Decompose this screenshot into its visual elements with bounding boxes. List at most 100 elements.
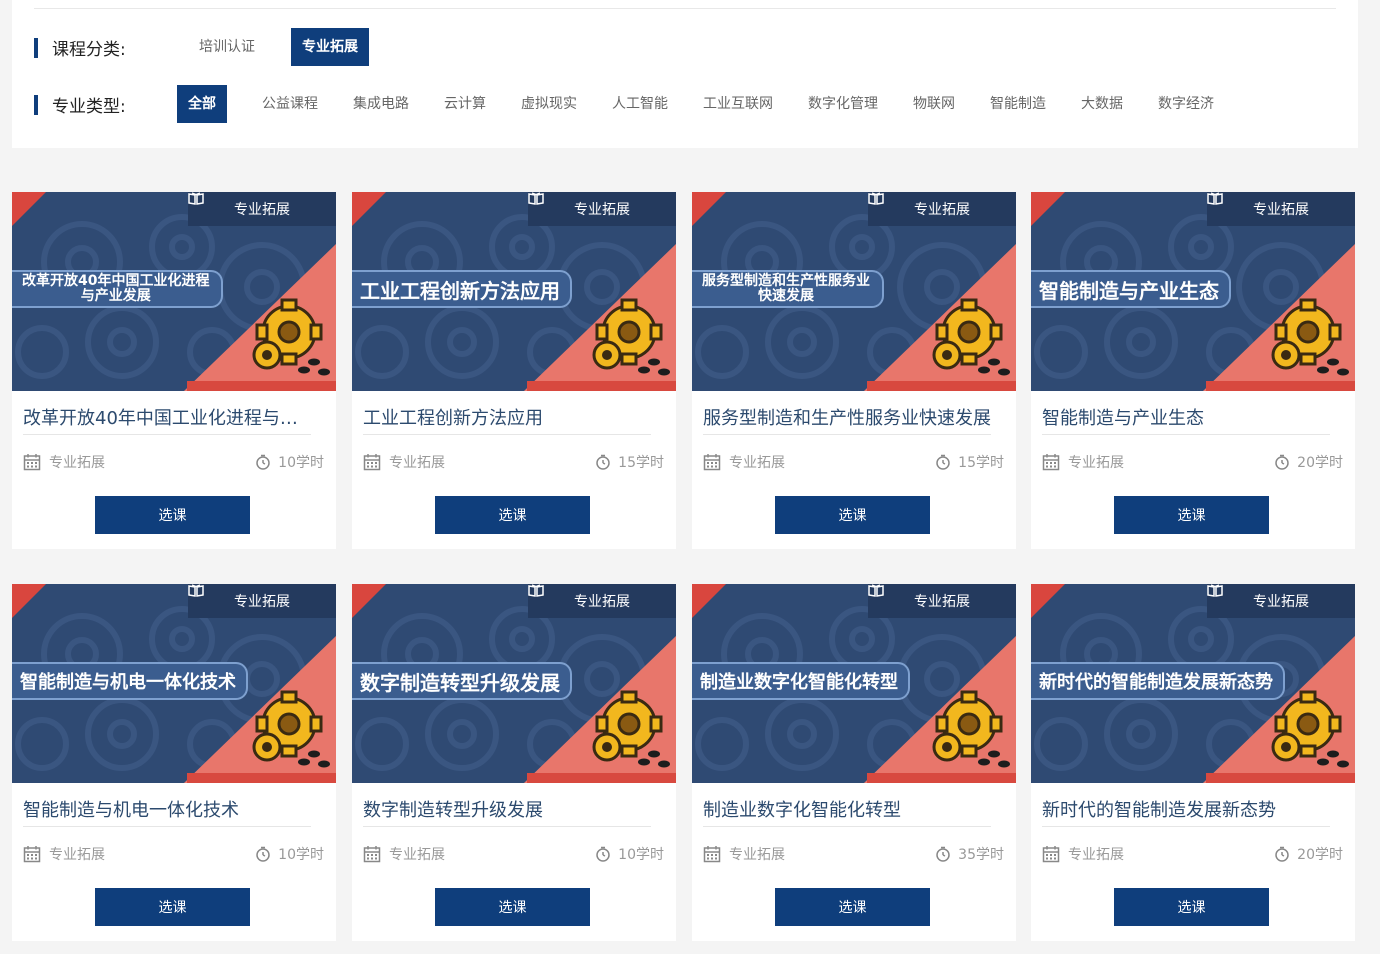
course-thumbnail[interactable]: 专业拓展 数字制造转型升级发展 xyxy=(352,584,676,783)
enroll-button[interactable]: 选课 xyxy=(775,888,930,926)
course-hours-text: 35学时 xyxy=(958,847,1004,863)
timer-icon xyxy=(936,846,950,862)
enroll-button[interactable]: 选课 xyxy=(95,888,250,926)
course-title[interactable]: 智能制造与产业生态 xyxy=(1042,404,1332,430)
thumbnail-tag-text: 专业拓展 xyxy=(234,594,290,610)
course-title[interactable]: 改革开放40年中国工业化进程与产... xyxy=(23,404,313,430)
course-category-text: 专业拓展 xyxy=(49,847,105,863)
type-option-ai[interactable]: 人工智能 xyxy=(612,85,668,123)
calendar-icon xyxy=(703,454,721,471)
course-card[interactable]: 专业拓展 改革开放40年中国工业化进程 与产业发展 改革开放40年中国工业化进程与… xyxy=(12,192,336,549)
course-thumbnail[interactable]: 专业拓展 工业工程创新方法应用 xyxy=(352,192,676,391)
enroll-button[interactable]: 选课 xyxy=(1114,888,1269,926)
enroll-button[interactable]: 选课 xyxy=(435,888,590,926)
course-hours: 20学时 xyxy=(1274,844,1343,864)
type-option-iot[interactable]: 物联网 xyxy=(913,85,955,123)
book-icon xyxy=(1207,192,1223,205)
type-options: 全部 公益课程 集成电路 云计算 虚拟现实 人工智能 工业互联网 数字化管理 物… xyxy=(174,85,1214,123)
course-title[interactable]: 数字制造转型升级发展 xyxy=(363,796,653,822)
type-option-big-data[interactable]: 大数据 xyxy=(1081,85,1123,123)
course-title[interactable]: 智能制造与机电一体化技术 xyxy=(23,796,313,822)
category-label-text: 课程分类: xyxy=(52,39,126,60)
thumbnail-tag: 专业拓展 xyxy=(868,584,1016,618)
timer-icon xyxy=(596,846,610,862)
banner-line: 服务型制造和生产性服务业 xyxy=(702,273,870,289)
type-option-digital-economy[interactable]: 数字经济 xyxy=(1158,85,1214,123)
calendar-icon xyxy=(363,454,381,471)
enroll-button[interactable]: 选课 xyxy=(1114,496,1269,534)
thumbnail-tag: 专业拓展 xyxy=(868,192,1016,226)
course-category-text: 专业拓展 xyxy=(729,455,785,471)
timer-icon xyxy=(1275,454,1289,470)
course-thumbnail[interactable]: 专业拓展 智能制造与产业生态 xyxy=(1031,192,1355,391)
course-thumbnail[interactable]: 专业拓展 服务型制造和生产性服务业 快速发展 xyxy=(692,192,1016,391)
course-card[interactable]: 专业拓展 制造业数字化智能化转型 制造业数字化智能化转型 专业拓展 35学时 选… xyxy=(692,584,1016,941)
type-option-cloud-computing[interactable]: 云计算 xyxy=(444,85,486,123)
course-thumbnail[interactable]: 专业拓展 新时代的智能制造发展新态势 xyxy=(1031,584,1355,783)
course-hours: 15学时 xyxy=(595,452,664,472)
type-option-digital-management[interactable]: 数字化管理 xyxy=(808,85,878,123)
timer-icon xyxy=(936,454,950,470)
divider xyxy=(1042,826,1330,827)
course-thumbnail[interactable]: 专业拓展 改革开放40年中国工业化进程 与产业发展 xyxy=(12,192,336,391)
divider xyxy=(703,826,991,827)
type-option-smart-manufacturing[interactable]: 智能制造 xyxy=(990,85,1046,123)
course-title[interactable]: 服务型制造和生产性服务业快速发展 xyxy=(703,404,993,430)
thumbnail-tag: 专业拓展 xyxy=(528,584,676,618)
type-filter-row: 专业类型: 全部 公益课程 集成电路 云计算 虚拟现实 人工智能 工业互联网 数… xyxy=(34,85,1214,123)
type-option-all[interactable]: 全部 xyxy=(177,85,227,123)
course-hours-text: 15学时 xyxy=(958,455,1004,471)
thumbnail-tag: 专业拓展 xyxy=(188,584,336,618)
course-card[interactable]: 专业拓展 数字制造转型升级发展 数字制造转型升级发展 专业拓展 10学时 选课 xyxy=(352,584,676,941)
thumbnail-banner: 新时代的智能制造发展新态势 xyxy=(1031,662,1285,700)
type-option-industrial-internet[interactable]: 工业互联网 xyxy=(703,85,773,123)
course-title[interactable]: 工业工程创新方法应用 xyxy=(363,404,653,430)
enroll-button[interactable]: 选课 xyxy=(95,496,250,534)
category-option-training-cert[interactable]: 培训认证 xyxy=(199,28,255,66)
course-category-text: 专业拓展 xyxy=(389,455,445,471)
course-title[interactable]: 新时代的智能制造发展新态势 xyxy=(1042,796,1332,822)
book-icon xyxy=(1207,584,1223,597)
book-icon xyxy=(868,584,884,597)
course-card[interactable]: 专业拓展 智能制造与机电一体化技术 智能制造与机电一体化技术 专业拓展 10学时… xyxy=(12,584,336,941)
course-card[interactable]: 专业拓展 新时代的智能制造发展新态势 新时代的智能制造发展新态势 专业拓展 20… xyxy=(1031,584,1355,941)
course-hours-text: 10学时 xyxy=(618,847,664,863)
thumbnail-tag: 专业拓展 xyxy=(1207,584,1355,618)
calendar-icon xyxy=(363,846,381,863)
course-title[interactable]: 制造业数字化智能化转型 xyxy=(703,796,993,822)
course-card[interactable]: 专业拓展 智能制造与产业生态 智能制造与产业生态 专业拓展 20学时 选课 xyxy=(1031,192,1355,549)
course-thumbnail[interactable]: 专业拓展 智能制造与机电一体化技术 xyxy=(12,584,336,783)
type-option-virtual-reality[interactable]: 虚拟现实 xyxy=(521,85,577,123)
divider xyxy=(1042,434,1330,435)
divider xyxy=(34,8,1336,9)
thumbnail-tag: 专业拓展 xyxy=(1207,192,1355,226)
category-option-professional-expansion[interactable]: 专业拓展 xyxy=(291,28,369,66)
course-card[interactable]: 专业拓展 工业工程创新方法应用 工业工程创新方法应用 专业拓展 15学时 选课 xyxy=(352,192,676,549)
divider xyxy=(703,434,991,435)
thumbnail-tag-text: 专业拓展 xyxy=(234,202,290,218)
course-category: 专业拓展 xyxy=(23,452,105,472)
enroll-button[interactable]: 选课 xyxy=(435,496,590,534)
thumbnail-banner: 制造业数字化智能化转型 xyxy=(692,662,910,700)
category-options: 培训认证 专业拓展 xyxy=(174,28,369,66)
course-category: 专业拓展 xyxy=(363,844,445,864)
course-category-text: 专业拓展 xyxy=(1068,847,1124,863)
thumbnail-tag: 专业拓展 xyxy=(188,192,336,226)
course-card[interactable]: 专业拓展 服务型制造和生产性服务业 快速发展 服务型制造和生产性服务业快速发展 专… xyxy=(692,192,1016,549)
course-thumbnail[interactable]: 专业拓展 制造业数字化智能化转型 xyxy=(692,584,1016,783)
thumbnail-banner: 工业工程创新方法应用 xyxy=(352,270,572,308)
banner-line: 新时代的智能制造发展新态势 xyxy=(1039,672,1273,693)
thumbnail-tag-text: 专业拓展 xyxy=(1253,594,1309,610)
category-filter-label: 课程分类: xyxy=(34,28,174,66)
course-category-text: 专业拓展 xyxy=(729,847,785,863)
banner-line: 工业工程创新方法应用 xyxy=(360,278,560,303)
type-option-integrated-circuit[interactable]: 集成电路 xyxy=(353,85,409,123)
enroll-button[interactable]: 选课 xyxy=(775,496,930,534)
calendar-icon xyxy=(23,846,41,863)
course-hours-text: 20学时 xyxy=(1297,847,1343,863)
banner-line: 数字制造转型升级发展 xyxy=(360,670,560,695)
timer-icon xyxy=(596,454,610,470)
thumbnail-tag-text: 专业拓展 xyxy=(914,594,970,610)
type-option-public-welfare[interactable]: 公益课程 xyxy=(262,85,318,123)
timer-icon xyxy=(256,454,270,470)
